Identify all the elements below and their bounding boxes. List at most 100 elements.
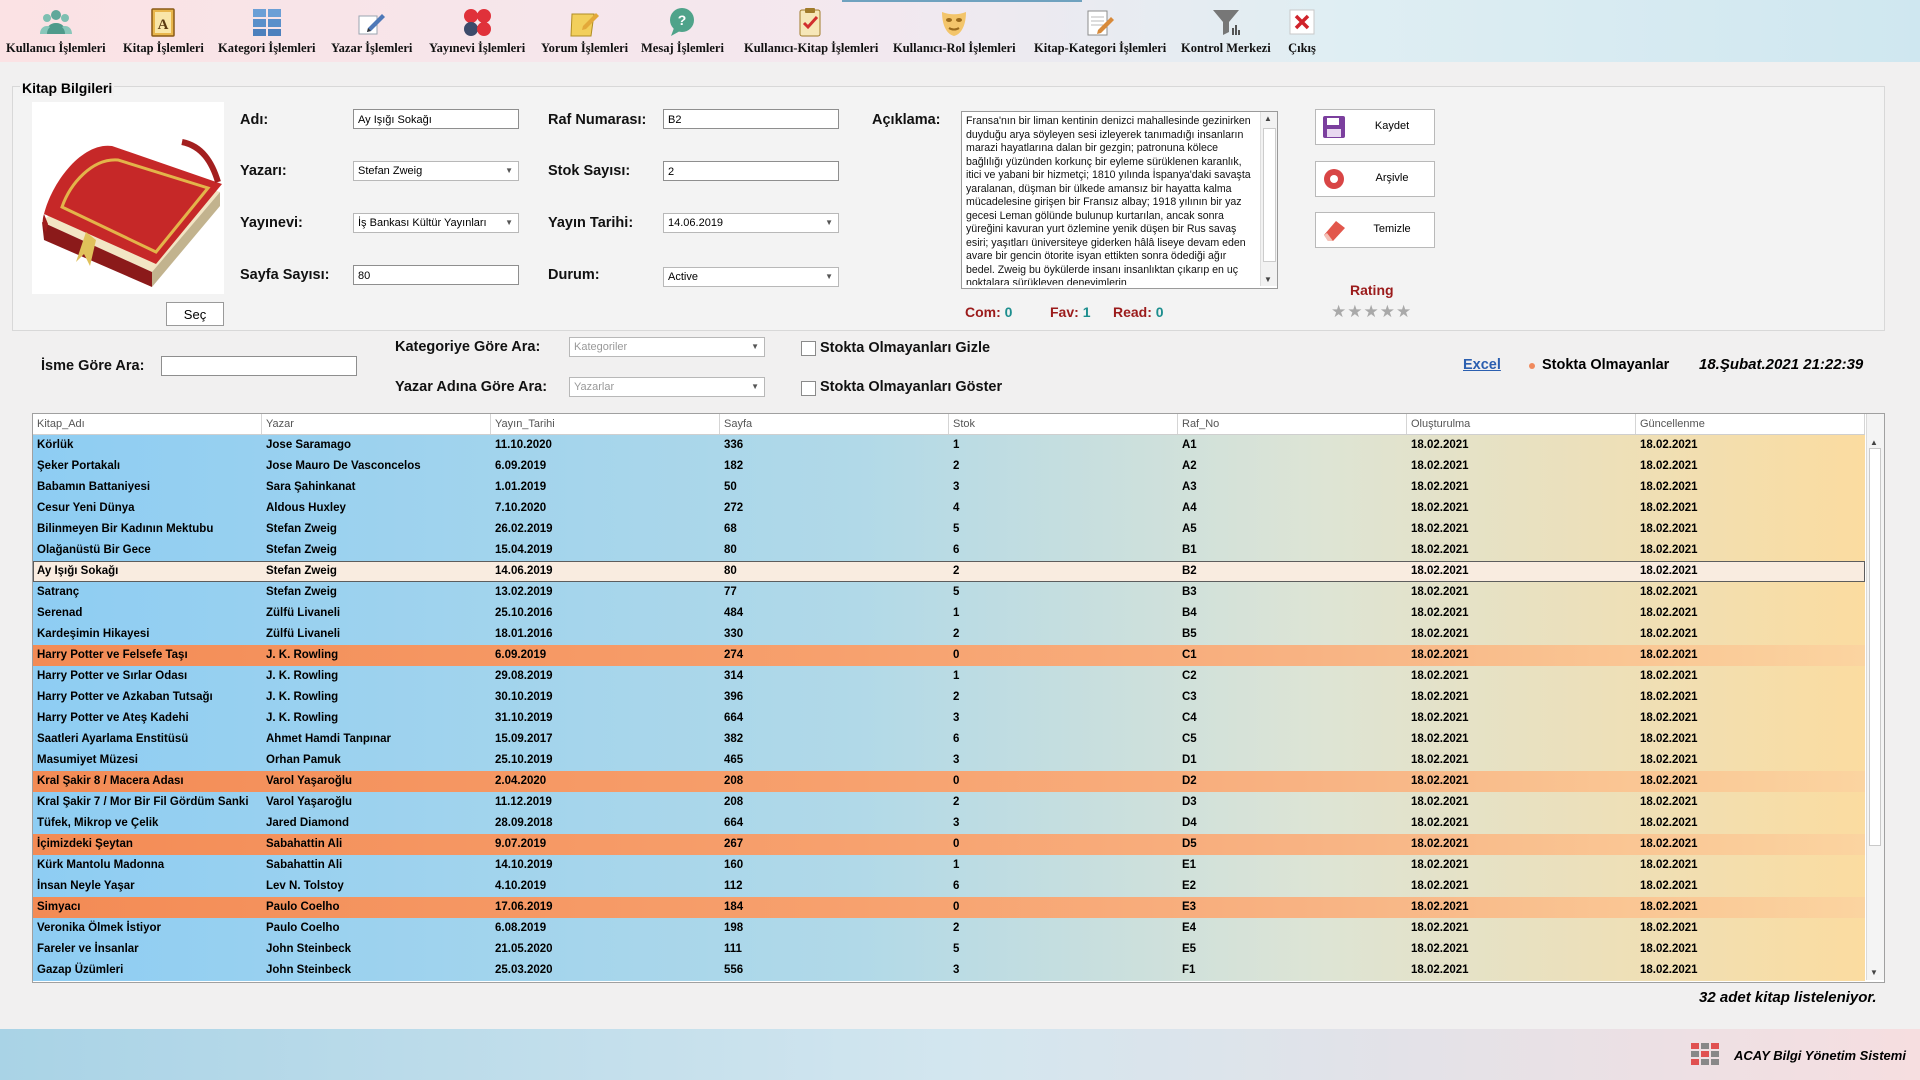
pages-input[interactable]: 80	[353, 265, 519, 285]
table-row[interactable]: Kral Şakir 7 / Mor Bir Fil Gördüm Sanki V…	[33, 792, 1865, 813]
author-select[interactable]: Stefan Zweig ▼	[353, 161, 519, 181]
star-icon[interactable]: ★	[1347, 302, 1363, 321]
toolbar-messages-button[interactable]: ? Mesaj İşlemleri	[641, 6, 724, 60]
toolbar-user-role-button[interactable]: Kullanıcı-Rol İşlemleri	[893, 6, 1016, 60]
column-header[interactable]: Yayın_Tarihi	[491, 414, 720, 434]
table-cell: D1	[1182, 754, 1197, 766]
table-cell: 5	[953, 586, 960, 598]
shelf-input[interactable]: B2	[663, 109, 839, 129]
toolbar-publishers-button[interactable]: Yayınevi İşlemleri	[429, 6, 525, 60]
star-icon[interactable]: ★	[1380, 302, 1396, 321]
table-row[interactable]: Kral Şakir 8 / Macera Adası Varol Yaşaroğ…	[33, 771, 1865, 792]
table-cell: 18.02.2021	[1411, 649, 1469, 661]
table-row[interactable]: Harry Potter ve Ateş Kadehi J. K. Rowling…	[33, 708, 1865, 729]
category-filter-select[interactable]: Kategoriler ▼	[569, 337, 765, 357]
table-cell: 18.02.2021	[1640, 922, 1698, 934]
table-row[interactable]: Saatleri Ayarlama Enstitüsü Ahmet Hamdi T…	[33, 729, 1865, 750]
save-button[interactable]: Kaydet	[1315, 109, 1435, 145]
table-row[interactable]: Harry Potter ve Sırlar Odası J. K. Rowlin…	[33, 666, 1865, 687]
table-row[interactable]: Bilinmeyen Bir Kadının Mektubu Stefan Zwe…	[33, 519, 1865, 540]
archive-button[interactable]: Arşivle	[1315, 161, 1435, 197]
star-icon[interactable]: ★	[1364, 302, 1380, 321]
table-row[interactable]: Gazap Üzümleri John Steinbeck 25.03.2020 55…	[33, 960, 1865, 981]
toolbar-comments-button[interactable]: Yorum İşlemleri	[541, 6, 628, 60]
show-out-of-stock-checkbox[interactable]	[801, 381, 816, 396]
excel-export-link[interactable]: Excel	[1463, 357, 1501, 373]
stock-input[interactable]: 2	[663, 161, 839, 181]
table-row[interactable]: Ay Işığı Sokağı Stefan Zweig 14.06.2019 80 2…	[33, 561, 1865, 582]
table-row[interactable]: Kürk Mantolu Madonna Sabahattin Ali 14.10.…	[33, 855, 1865, 876]
hide-out-of-stock-checkbox[interactable]	[801, 341, 816, 356]
table-row[interactable]: Şeker Portakalı Jose Mauro De Vasconcelos…	[33, 456, 1865, 477]
table-row[interactable]: Tüfek, Mikrop ve Çelik Jared Diamond 28.09…	[33, 813, 1865, 834]
publisher-select[interactable]: İş Bankası Kültür Yayınları ▼	[353, 213, 519, 233]
column-header[interactable]: Kitap_Adı	[33, 414, 262, 434]
table-row[interactable]: İçimizdeki Şeytan Sabahattin Ali 9.07.2019…	[33, 834, 1865, 855]
toolbar-user-book-button[interactable]: Kullanıcı-Kitap İşlemleri	[744, 6, 878, 60]
table-row[interactable]: Simyacı Paulo Coelho 17.06.2019 184 0 E3 18.02…	[33, 897, 1865, 918]
toolbar-book-category-button[interactable]: Kitap-Kategori İşlemleri	[1034, 6, 1166, 60]
table-row[interactable]: İnsan Neyle Yaşar Lev N. Tolstoy 4.10.2019…	[33, 876, 1865, 897]
table-cell: Ay Işığı Sokağı	[37, 565, 119, 577]
table-scrollbar[interactable]: ▲ ▼	[1866, 414, 1884, 980]
book-count-status: 32 adet kitap listeleniyor.	[1699, 989, 1877, 1006]
table-row[interactable]: Cesur Yeni Dünya Aldous Huxley 7.10.2020 27…	[33, 498, 1865, 519]
toolbar-categories-button[interactable]: Kategori İşlemleri	[218, 6, 316, 60]
table-row[interactable]: Veronika Ölmek İstiyor Paulo Coelho 6.08.2…	[33, 918, 1865, 939]
column-header[interactable]: Stok	[949, 414, 1178, 434]
table-row[interactable]: Fareler ve İnsanlar John Steinbeck 21.05.2…	[33, 939, 1865, 960]
table-cell: 77	[724, 586, 737, 598]
column-header[interactable]: Yazar	[262, 414, 491, 434]
table-row[interactable]: Serenad Zülfü Livaneli 25.10.2016 484 1 B4 18.…	[33, 603, 1865, 624]
grid-icon	[252, 9, 281, 36]
description-textarea[interactable]: Fransa'nın bir liman kentinin denizci ma…	[961, 111, 1278, 289]
clear-button[interactable]: Temizle	[1315, 212, 1435, 248]
pubdate-picker[interactable]: 14.06.2019 ▼	[663, 213, 839, 233]
table-cell: 18.02.2021	[1411, 628, 1469, 640]
toolbar-authors-button[interactable]: Yazar İşlemleri	[331, 6, 412, 60]
table-cell: 50	[724, 481, 737, 493]
scroll-down-icon[interactable]: ▼	[1264, 275, 1272, 284]
description-scroll-thumb[interactable]	[1263, 128, 1276, 262]
star-icon[interactable]: ★	[1331, 302, 1347, 321]
table-cell: 18.02.2021	[1640, 733, 1698, 745]
table-cell: 267	[724, 838, 744, 850]
scroll-up-icon[interactable]: ▲	[1264, 114, 1272, 123]
column-header[interactable]: Sayfa	[720, 414, 949, 434]
toolbar-control-center-button[interactable]: Kontrol Merkezi	[1181, 6, 1271, 60]
column-header[interactable]: Oluşturulma	[1407, 414, 1636, 434]
table-scroll-thumb[interactable]	[1869, 448, 1881, 846]
name-input[interactable]: Ay Işığı Sokağı	[353, 109, 519, 129]
table-row[interactable]: Olağanüstü Bir Gece Stefan Zweig 15.04.201…	[33, 540, 1865, 561]
table-cell: C3	[1182, 691, 1197, 703]
table-row[interactable]: Harry Potter ve Azkaban Tutsağı J. K. Row…	[33, 687, 1865, 708]
scroll-down-icon[interactable]: ▼	[1870, 968, 1878, 977]
table-cell: 18.01.2016	[495, 628, 553, 640]
books-table[interactable]: Kitap_Adı Yazar Yayın_Tarihi Sayfa Stok …	[32, 413, 1885, 983]
column-header[interactable]: Raf_No	[1178, 414, 1407, 434]
description-scrollbar[interactable]: ▲ ▼	[1260, 112, 1277, 286]
table-cell: Sabahattin Ali	[266, 859, 343, 871]
table-row[interactable]: Masumiyet Müzesi Orhan Pamuk 25.10.2019 465…	[33, 750, 1865, 771]
toolbar-users-button[interactable]: Kullanıcı İşlemleri	[6, 6, 106, 60]
toolbar-books-button[interactable]: A Kitap İşlemleri	[123, 6, 204, 60]
search-by-name-input[interactable]	[161, 356, 357, 376]
select-image-button[interactable]: Seç	[166, 302, 224, 326]
table-cell: 80	[724, 565, 737, 577]
table-row[interactable]: Harry Potter ve Felsefe Taşı J. K. Rowlin…	[33, 645, 1865, 666]
column-header[interactable]: Güncellenme	[1636, 414, 1865, 434]
status-select[interactable]: Active ▼	[663, 267, 839, 287]
author-filter-select[interactable]: Yazarlar ▼	[569, 377, 765, 397]
rating-stars[interactable]: ★★★★★	[1331, 302, 1412, 322]
toolbar-exit-button[interactable]: Çıkış	[1286, 6, 1318, 60]
status-select-value: Active	[668, 271, 698, 283]
table-row[interactable]: Kardeşimin Hikayesi Zülfü Livaneli 18.01.2…	[33, 624, 1865, 645]
comment-pencil-icon	[570, 13, 599, 37]
star-icon[interactable]: ★	[1396, 302, 1412, 321]
scroll-up-icon[interactable]: ▲	[1870, 438, 1878, 447]
table-cell: C2	[1182, 670, 1197, 682]
table-row[interactable]: Körlük Jose Saramago 11.10.2020 336 1 A1 18.02…	[33, 435, 1865, 456]
table-row[interactable]: Satranç Stefan Zweig 13.02.2019 77 5 B3 18.02.…	[33, 582, 1865, 603]
table-row[interactable]: Babamın Battaniyesi Sara Şahinkanat 1.01.2…	[33, 477, 1865, 498]
table-cell: Masumiyet Müzesi	[37, 754, 138, 766]
